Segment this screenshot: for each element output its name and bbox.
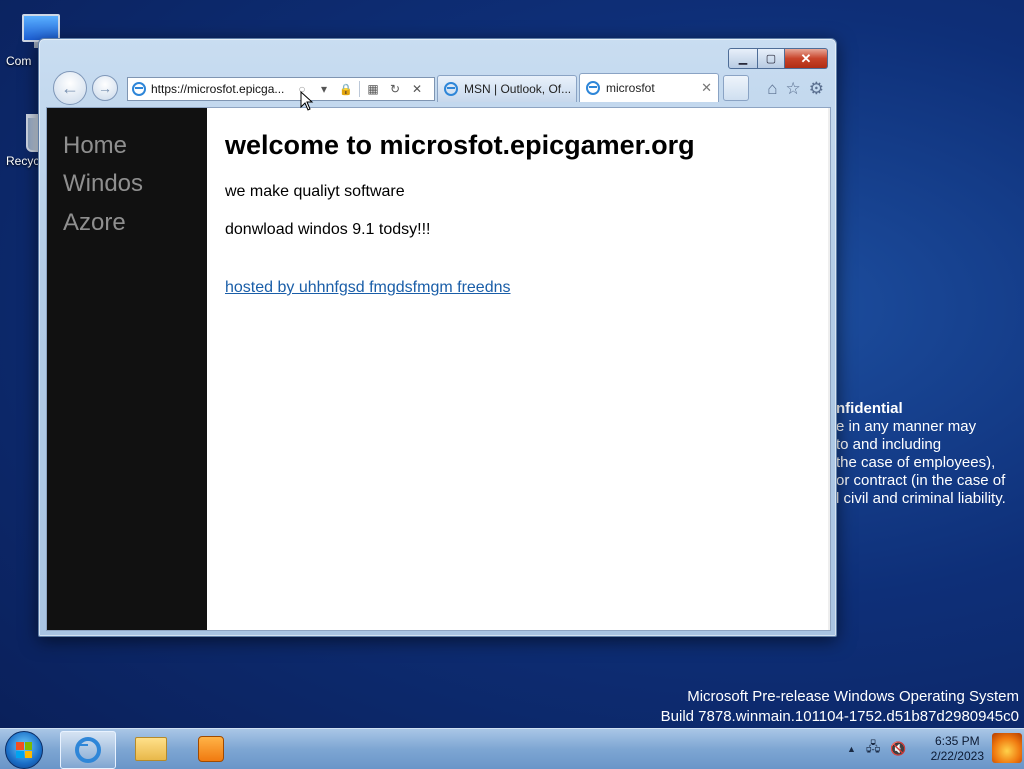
- arrow-left-icon: ←: [61, 77, 79, 98]
- confidential-notice: nfidential e in any manner may to and in…: [836, 400, 1024, 508]
- confidential-line: or contract (in the case of: [836, 472, 1006, 489]
- build-watermark: Microsoft Pre-release Windows Operating …: [661, 687, 1019, 727]
- network-icon[interactable]: 🖧: [866, 738, 881, 760]
- toolbar-right: ⌂ ☆ ⚙: [767, 79, 824, 99]
- desktop: { "desktop": { "icons": [ {"label": "Com…: [0, 0, 1024, 769]
- page-content: Home Windos Azore welcome to microsfot.e…: [46, 107, 831, 631]
- refresh-icon[interactable]: ↻: [384, 82, 406, 96]
- maximize-button[interactable]: ▢: [758, 48, 785, 69]
- address-divider: [359, 81, 360, 97]
- tab-close-icon[interactable]: ✕: [701, 80, 712, 96]
- window-controls: ▁ ▢ ✕: [728, 48, 828, 69]
- tab-msn[interactable]: MSN | Outlook, Of...: [437, 75, 577, 102]
- confidential-title: nfidential: [836, 400, 903, 417]
- show-hidden-icons[interactable]: ▲: [847, 744, 856, 754]
- show-desktop-button[interactable]: [990, 729, 1024, 769]
- build-line-1: Microsoft Pre-release Windows Operating …: [687, 688, 1019, 705]
- windows-logo-icon: [16, 742, 32, 758]
- clock[interactable]: 6:35 PM 2/22/2023: [931, 734, 984, 764]
- page-scrollbar[interactable]: [828, 108, 830, 630]
- address-url[interactable]: https://microsfot.epicga...: [151, 82, 291, 96]
- gear-icon[interactable]: ⚙: [809, 79, 824, 99]
- minimize-button[interactable]: ▁: [728, 48, 758, 69]
- back-button[interactable]: ←: [53, 71, 87, 105]
- taskbar-ie[interactable]: [60, 731, 116, 769]
- site-sidebar: Home Windos Azore: [47, 108, 207, 630]
- ie-logo-icon: [132, 82, 146, 96]
- sidebar-item-azore[interactable]: Azore: [63, 209, 207, 237]
- confidential-line: l civil and criminal liability.: [836, 490, 1006, 507]
- forward-button[interactable]: →: [92, 75, 118, 101]
- confidential-line: e in any manner may: [836, 418, 977, 435]
- media-player-icon: [198, 736, 224, 762]
- tab-label: MSN | Outlook, Of...: [464, 82, 570, 96]
- close-button[interactable]: ✕: [785, 48, 828, 69]
- taskbar-explorer[interactable]: [124, 731, 178, 767]
- sidebar-item-windos[interactable]: Windos: [63, 170, 207, 198]
- dropdown-icon[interactable]: ▾: [313, 82, 335, 96]
- mouse-cursor-icon: [300, 91, 314, 111]
- system-tray: ▲ 🖧 🔇 6:35 PM 2/22/2023: [847, 729, 984, 769]
- hosted-by-link[interactable]: hosted by uhhnfgsd fmgdsfmgm freedns: [225, 279, 511, 297]
- new-tab-button[interactable]: [723, 75, 749, 101]
- confidential-line: to and including: [836, 436, 942, 453]
- paragraph-2: donwload windos 9.1 todsy!!!: [225, 221, 431, 238]
- tab-strip: MSN | Outlook, Of... microsfot ✕: [437, 73, 749, 102]
- tab-microsfot[interactable]: microsfot ✕: [579, 73, 719, 102]
- clock-date: 2/22/2023: [930, 749, 984, 763]
- ie-window: ▁ ▢ ✕ ← → https://microsfot.epicga... ○ …: [38, 38, 837, 637]
- app-thumbnail-icon: [992, 733, 1022, 763]
- ie-logo-icon: [75, 737, 101, 763]
- start-button[interactable]: [5, 731, 43, 769]
- taskbar-media-player[interactable]: [184, 731, 238, 767]
- volume-muted-icon[interactable]: 🔇: [890, 741, 906, 757]
- clock-time: 6:35 PM: [934, 734, 980, 748]
- favorites-star-icon[interactable]: ☆: [786, 79, 801, 99]
- site-main: welcome to microsfot.epicgamer.org we ma…: [225, 130, 695, 297]
- compatibility-view-icon[interactable]: ▦: [362, 82, 384, 96]
- ie-logo-icon: [586, 81, 600, 95]
- confidential-line: the case of employees),: [836, 454, 996, 471]
- address-bar[interactable]: https://microsfot.epicga... ○ ▾ 🔒 ▦ ↻ ✕: [127, 77, 435, 101]
- page-heading: welcome to microsfot.epicgamer.org: [225, 130, 695, 160]
- build-line-2: Build 7878.winmain.101104-1752.d51b87d29…: [660, 708, 1019, 725]
- ie-logo-icon: [444, 82, 458, 96]
- taskbar: ▲ 🖧 🔇 6:35 PM 2/22/2023: [0, 728, 1024, 769]
- lock-icon[interactable]: 🔒: [335, 83, 357, 96]
- stop-icon[interactable]: ✕: [406, 82, 428, 96]
- home-icon[interactable]: ⌂: [767, 79, 777, 99]
- folder-icon: [135, 737, 167, 761]
- paragraph-1: we make qualiyt software: [225, 183, 405, 200]
- sidebar-item-home[interactable]: Home: [63, 132, 207, 160]
- arrow-right-icon: →: [98, 80, 112, 96]
- tab-label: microsfot: [606, 81, 655, 95]
